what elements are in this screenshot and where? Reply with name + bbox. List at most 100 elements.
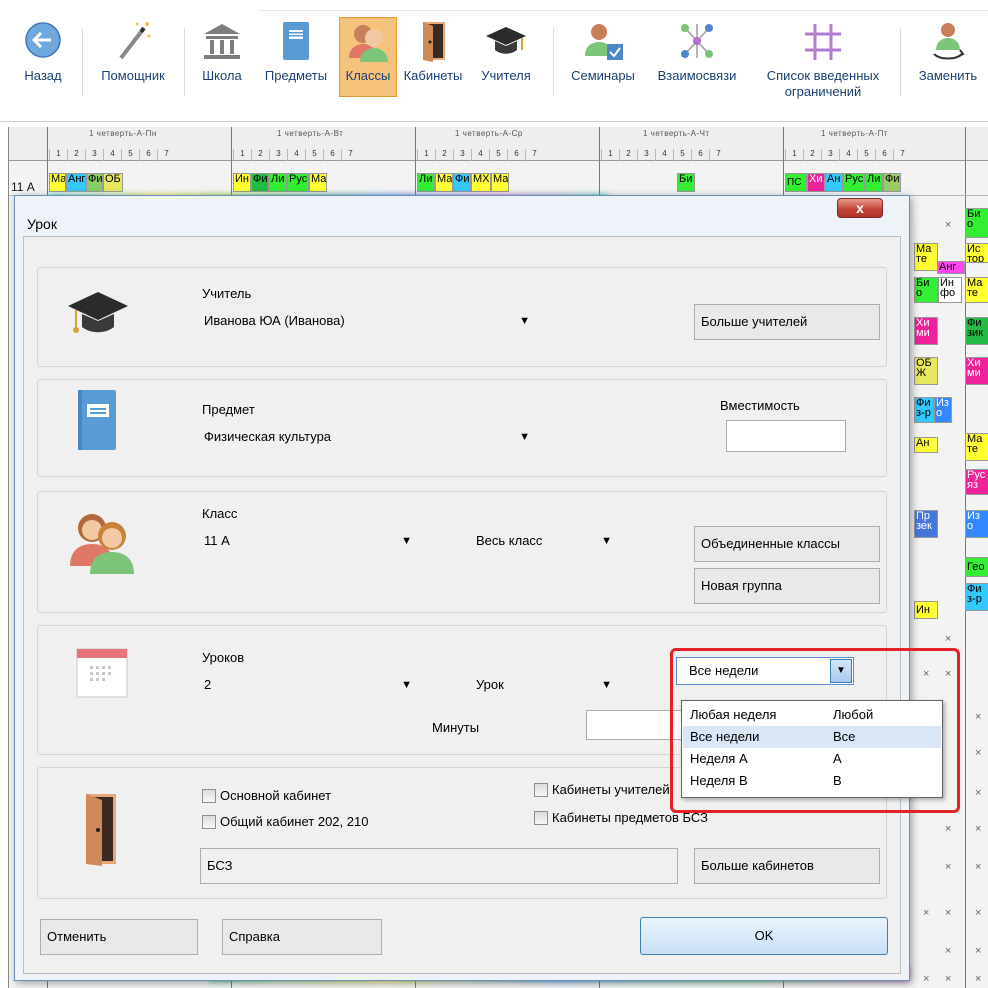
lesson-cell[interactable]: Фи — [883, 173, 901, 192]
more-rooms-button[interactable]: Больше кабинетов — [694, 848, 880, 884]
lesson-cell[interactable]: Ан — [825, 173, 843, 192]
group-value: Весь класс — [476, 533, 543, 548]
lesson-cell[interactable]: Хи ми — [914, 317, 938, 345]
lesson-cell[interactable]: Би о — [965, 208, 988, 238]
dialog-title: Урок — [27, 216, 57, 232]
chevron-down-icon: ▼ — [519, 431, 530, 443]
checkbox-box[interactable] — [534, 782, 548, 797]
class-value: 11 А — [204, 533, 230, 548]
toolbar-classes-label: Классы — [345, 68, 391, 83]
lesson-cell[interactable]: Анг — [66, 173, 86, 192]
lesson-cell[interactable]: Ма — [491, 173, 509, 192]
capacity-label: Вместимость — [720, 398, 800, 413]
shared-room-checkbox[interactable]: Общий кабинет 202, 210 — [202, 814, 368, 829]
lesson-cell[interactable]: Из о — [965, 510, 988, 538]
capacity-input[interactable] — [726, 420, 846, 452]
lesson-cell[interactable]: Ин — [914, 601, 938, 619]
blocked-mark: × — [945, 823, 952, 835]
lesson-cell[interactable]: Фи з-р — [965, 583, 988, 611]
lesson-cell[interactable]: Хи ми — [965, 357, 988, 385]
lesson-cell[interactable]: Фи — [86, 173, 103, 192]
teacher-select[interactable]: Иванова ЮА (Иванова) ▼ — [202, 308, 532, 336]
lesson-cell[interactable]: Би — [677, 173, 695, 192]
lesson-cell[interactable]: Фи — [453, 173, 471, 192]
lesson-cell[interactable]: Ма — [49, 173, 66, 192]
checkbox-box[interactable] — [534, 810, 548, 825]
toolbar-subjects-button[interactable]: Предметы — [254, 18, 338, 84]
blocked-mark: × — [945, 219, 952, 231]
lesson-cell[interactable]: МХ — [471, 173, 491, 192]
toolbar-relations-button[interactable]: Взаимосвязи — [646, 18, 748, 84]
blocked-mark: × — [975, 823, 982, 835]
checkbox-box[interactable] — [202, 814, 216, 829]
lesson-unit-select[interactable]: Урок ▼ — [474, 672, 614, 700]
lesson-cell[interactable]: Ис тор — [965, 243, 988, 263]
lesson-cell[interactable]: Ин — [233, 173, 251, 192]
lesson-cell[interactable]: Фи зик — [965, 317, 988, 345]
toolbar-teachers-button[interactable]: Учителя — [470, 18, 542, 84]
class-people-icon — [68, 506, 140, 579]
lesson-cell[interactable]: Ма — [309, 173, 327, 192]
lesson-cell[interactable]: Анг — [937, 261, 965, 274]
lesson-unit-value: Урок — [476, 677, 504, 692]
lesson-cell[interactable]: Рус — [287, 173, 309, 192]
row-label: 11 А — [11, 180, 35, 194]
ok-button[interactable]: OK — [640, 917, 888, 955]
lesson-cell[interactable]: Фи з-р — [914, 397, 934, 423]
new-group-button[interactable]: Новая группа — [694, 568, 880, 604]
lesson-cell[interactable]: Гео — [965, 557, 988, 577]
lesson-cell[interactable]: Рус яз — [965, 469, 988, 495]
lesson-cell[interactable]: Ма те — [914, 243, 938, 271]
lessons-label: Уроков — [202, 650, 245, 665]
group-select[interactable]: Весь класс ▼ — [474, 528, 614, 556]
lesson-cell[interactable]: Рус — [843, 173, 865, 192]
blocked-mark: × — [923, 907, 930, 919]
toolbar-topline — [258, 10, 988, 11]
toolbar-constraints-button[interactable]: Список введенных ограничений — [750, 18, 896, 100]
teacher-rooms-label: Кабинеты учителей — [552, 782, 670, 797]
timetable-header: 1 четверть-А-Пн 1 четверть-А-Вт 1 четвер… — [9, 127, 988, 161]
lesson-dialog: Урок x Учитель Иванова ЮА (Иванова) ▼ Бо… — [14, 195, 910, 981]
lesson-cell[interactable]: ОБ Ж — [914, 357, 938, 385]
more-teachers-button[interactable]: Больше учителей — [694, 304, 880, 340]
lesson-cell[interactable]: ОБ — [103, 173, 123, 192]
checkbox-box[interactable] — [202, 788, 216, 803]
lesson-cell[interactable]: ПС — [785, 173, 807, 192]
teacher-rooms-checkbox[interactable]: Кабинеты учителей — [534, 782, 670, 797]
cancel-button[interactable]: Отменить — [40, 919, 198, 955]
toolbar-back-button[interactable]: Назад — [20, 18, 66, 84]
lesson-cell[interactable]: Ан — [914, 437, 938, 453]
class-select[interactable]: 11 А ▼ — [202, 528, 414, 556]
lesson-cell[interactable]: Ли — [865, 173, 883, 192]
toolbar-subjects-label: Предметы — [264, 68, 328, 83]
teacher-group: Учитель Иванова ЮА (Иванова) ▼ Больше уч… — [37, 267, 887, 367]
toolbar-replace-button[interactable]: Заменить — [910, 18, 986, 84]
subject-select[interactable]: Физическая культура ▼ — [202, 424, 532, 452]
toolbar-rooms-button[interactable]: Кабинеты — [398, 18, 468, 84]
lesson-cell[interactable]: Ли — [269, 173, 287, 192]
toolbar-assistant-button[interactable]: Помощник — [92, 18, 174, 84]
lesson-cell[interactable]: Ма те — [965, 277, 988, 303]
help-button[interactable]: Справка — [222, 919, 382, 955]
lesson-cell[interactable]: Из о — [934, 397, 952, 423]
main-room-checkbox[interactable]: Основной кабинет — [202, 788, 331, 803]
lesson-cell[interactable]: Ма те — [965, 433, 988, 461]
lesson-cell[interactable]: Ма — [435, 173, 453, 192]
toolbar-seminars-label: Семинары — [571, 68, 635, 83]
lesson-cell[interactable]: Пр зек — [914, 510, 938, 538]
toolbar-school-button[interactable]: Школа — [199, 18, 245, 84]
merged-classes-button[interactable]: Объединенные классы — [694, 526, 880, 562]
blocked-mark: × — [945, 907, 952, 919]
lesson-cell[interactable]: Фи — [251, 173, 269, 192]
toolbar-seminars-button[interactable]: Семинары — [562, 18, 644, 84]
toolbar-classes-button[interactable]: Классы — [339, 17, 397, 97]
close-button[interactable]: x — [837, 198, 883, 218]
blocked-mark: × — [975, 945, 982, 957]
lesson-cell[interactable]: Ли — [417, 173, 435, 192]
lesson-cell[interactable]: Хи — [807, 173, 825, 192]
lessons-count-select[interactable]: 2 ▼ — [202, 672, 414, 700]
lesson-cell[interactable]: Би о — [914, 277, 938, 303]
room-value-field[interactable]: БСЗ — [200, 848, 678, 884]
school-building-icon — [200, 18, 244, 64]
lesson-cell[interactable]: Ин фо — [938, 277, 962, 303]
